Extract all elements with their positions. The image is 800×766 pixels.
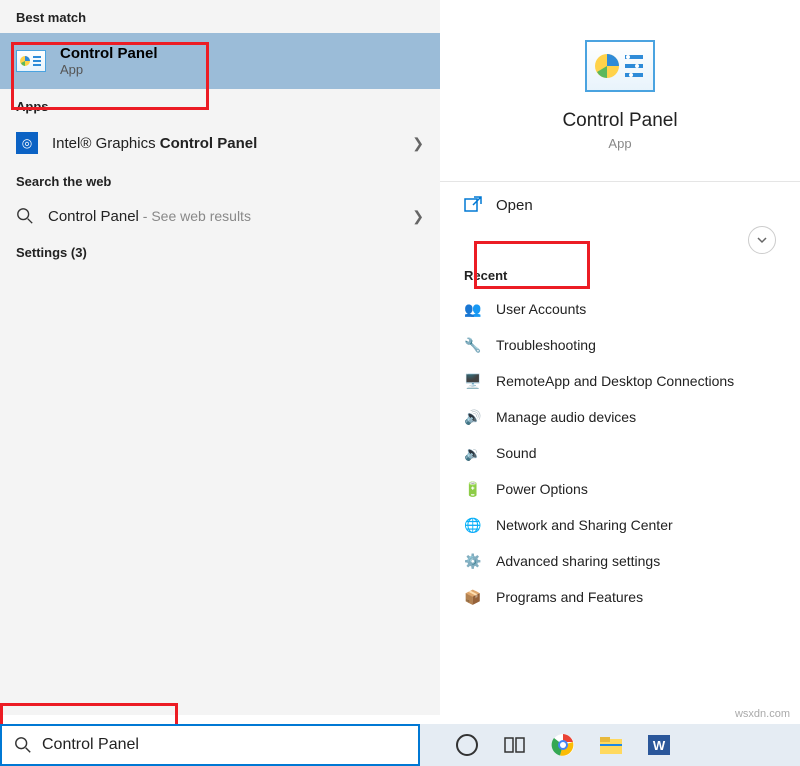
open-icon [464, 196, 482, 214]
taskbar-icons: W [440, 724, 686, 766]
recent-item-troubleshooting[interactable]: 🔧Troubleshooting [440, 327, 800, 363]
apps-label: Apps [0, 89, 440, 122]
detail-title: Control Panel [562, 110, 677, 132]
detail-pane: Control Panel App Open Recent 👥User Acco… [440, 0, 800, 715]
chevron-down-icon [756, 234, 768, 246]
best-match-label: Best match [0, 0, 440, 33]
recent-item-advanced-sharing[interactable]: ⚙️Advanced sharing settings [440, 543, 800, 579]
search-web-label: Search the web [0, 164, 440, 197]
recent-item-audio-devices[interactable]: 🔊Manage audio devices [440, 399, 800, 435]
best-match-sub: App [60, 62, 158, 77]
control-panel-icon [16, 50, 46, 72]
remoteapp-icon: 🖥️ [464, 372, 482, 390]
recent-item-programs-features[interactable]: 📦Programs and Features [440, 579, 800, 615]
sharing-icon: ⚙️ [464, 552, 482, 570]
chevron-right-icon: ❯ [412, 208, 424, 225]
chevron-right-icon: ❯ [412, 135, 424, 152]
best-match-result[interactable]: Control Panel App [0, 33, 440, 89]
app-result-intel-graphics[interactable]: ◎ Intel® Graphics Control Panel ❯ [0, 122, 440, 164]
web-result[interactable]: Control Panel - See web results ❯ [0, 197, 440, 235]
cortana-icon[interactable] [454, 732, 480, 758]
app-result-text: Intel® Graphics Control Panel [52, 135, 398, 152]
search-icon [16, 207, 34, 225]
recent-list: 👥User Accounts 🔧Troubleshooting 🖥️Remote… [440, 291, 800, 615]
open-action[interactable]: Open [440, 182, 800, 228]
svg-text:W: W [653, 738, 666, 753]
power-icon: 🔋 [464, 480, 482, 498]
troubleshooting-icon: 🔧 [464, 336, 482, 354]
network-icon: 🌐 [464, 516, 482, 534]
detail-header: Control Panel App [440, 0, 800, 182]
file-explorer-icon[interactable] [598, 732, 624, 758]
results-pane: Best match Control Panel App Apps ◎ Inte… [0, 0, 440, 715]
task-view-icon[interactable] [502, 732, 528, 758]
programs-icon: 📦 [464, 588, 482, 606]
intel-icon: ◎ [16, 132, 38, 154]
web-result-text: Control Panel - See web results [48, 208, 398, 225]
expand-chevron-button[interactable] [748, 226, 776, 254]
best-match-title: Control Panel [60, 45, 158, 62]
recent-label: Recent [440, 228, 800, 291]
best-match-text: Control Panel App [60, 45, 158, 77]
taskbar-search-box[interactable] [0, 724, 420, 766]
search-icon [14, 736, 32, 754]
settings-label[interactable]: Settings (3) [0, 235, 440, 268]
word-icon[interactable]: W [646, 732, 672, 758]
sound-icon: 🔉 [464, 444, 482, 462]
recent-item-user-accounts[interactable]: 👥User Accounts [440, 291, 800, 327]
chrome-icon[interactable] [550, 732, 576, 758]
watermark: wsxdn.com [735, 708, 790, 720]
audio-icon: 🔊 [464, 408, 482, 426]
user-accounts-icon: 👥 [464, 300, 482, 318]
recent-item-network-sharing[interactable]: 🌐Network and Sharing Center [440, 507, 800, 543]
recent-item-power-options[interactable]: 🔋Power Options [440, 471, 800, 507]
open-label: Open [496, 197, 533, 214]
recent-item-remoteapp[interactable]: 🖥️RemoteApp and Desktop Connections [440, 363, 800, 399]
detail-sub: App [608, 136, 631, 151]
recent-item-sound[interactable]: 🔉Sound [440, 435, 800, 471]
control-panel-icon [585, 40, 655, 92]
search-input[interactable] [42, 736, 406, 754]
